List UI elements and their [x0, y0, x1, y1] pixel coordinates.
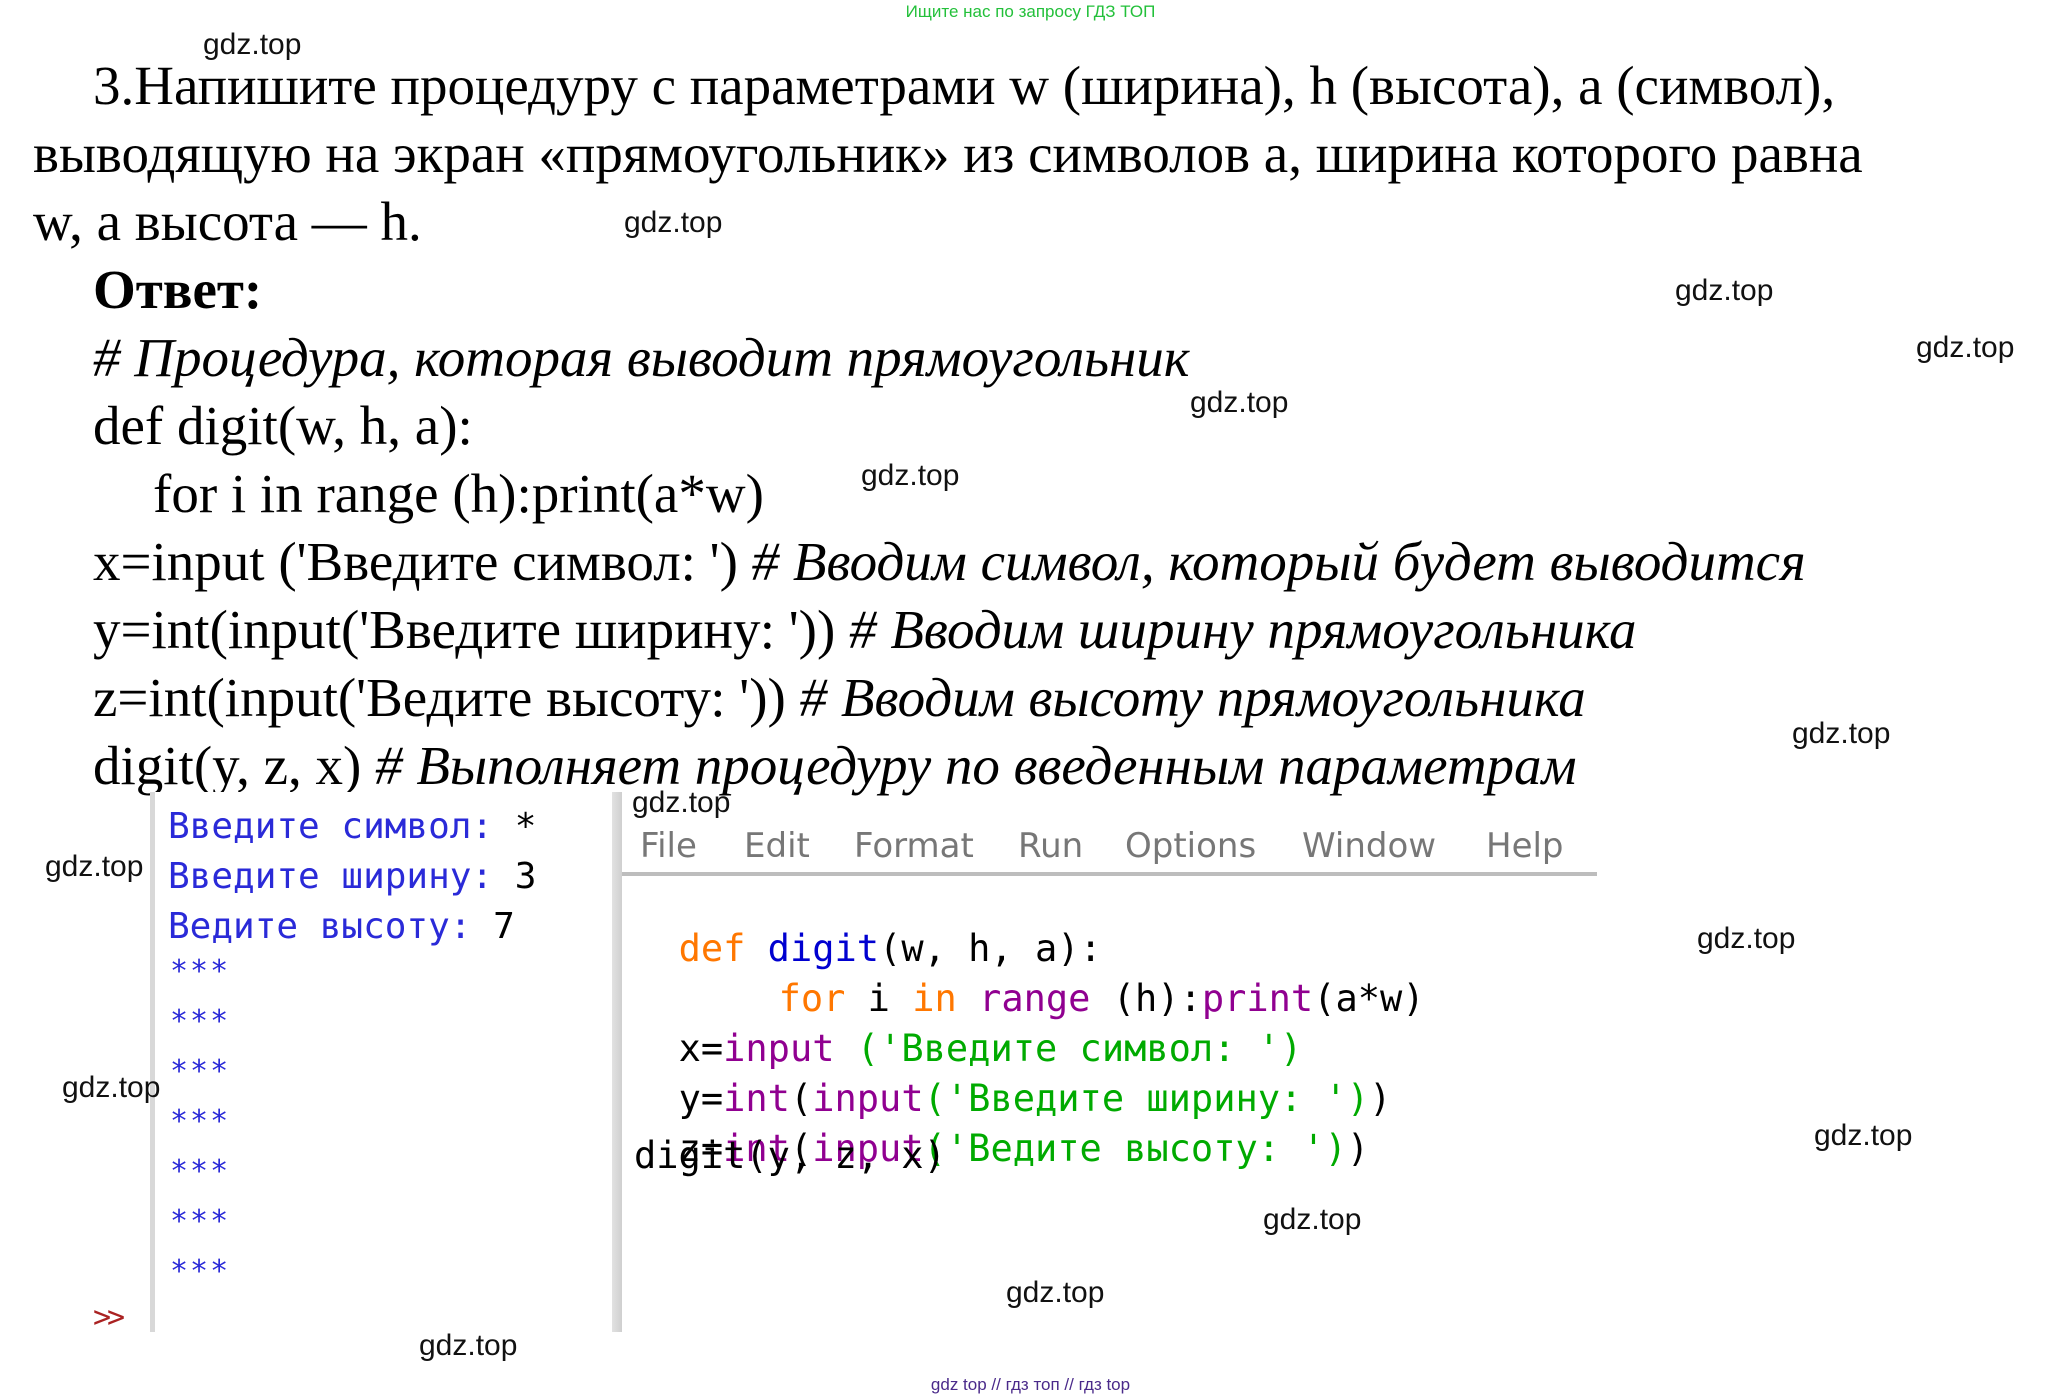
watermark: gdz.top — [62, 1071, 161, 1104]
watermark: gdz.top — [45, 850, 144, 883]
code-line-x: x=input ('Введите символ: ') # Вводим си… — [93, 528, 1806, 596]
shell-prompt[interactable]: >> — [93, 1300, 125, 1335]
task-line-2: выводящую на экран «прямоугольник» из си… — [33, 123, 1863, 184]
shell-prompt-symbol: Введите символ: — [168, 806, 515, 847]
shell-output-row: *** — [170, 1204, 231, 1239]
shell-output-row: *** — [170, 1004, 231, 1039]
code-line-call-code: digit(y, z, x) — [93, 735, 362, 796]
code-line-z: z=int(input('Ведите высоту: ')) # Вводим… — [93, 664, 1586, 732]
shell-line-symbol: Введите символ: * — [168, 806, 536, 847]
shell-output-row: *** — [170, 1154, 231, 1189]
shell-line-height: Ведите высоту: 7 — [168, 906, 515, 947]
shell-output-row: *** — [170, 954, 231, 989]
header-note: Ищите нас по запросу ГДЗ ТОП — [905, 2, 1156, 21]
shell-value-symbol: * — [514, 806, 537, 847]
watermark: gdz.top — [419, 1329, 518, 1362]
code-line-def: def digit(w, h, a): — [93, 395, 473, 456]
shell-prompt-width: Введите ширину: — [168, 856, 515, 897]
code-line-z-comment: # Вводим высоту прямоугольника — [799, 667, 1586, 728]
footer-note: gdz top // гдз топ // гдз top — [930, 1375, 1131, 1394]
code-line-y: y=int(input('Введите ширину: ')) # Вводи… — [93, 596, 1636, 664]
watermark: gdz.top — [1675, 274, 1774, 307]
shell-line-width: Введите ширину: 3 — [168, 856, 536, 897]
task-line-3: w, а высота — h. — [33, 191, 422, 252]
editor-line-6: digit(y, z, x) — [634, 1134, 946, 1177]
shell-output-row: *** — [170, 1054, 231, 1089]
watermark: gdz.top — [1697, 922, 1796, 955]
watermark: gdz.top — [1916, 331, 2015, 364]
watermark: gdz.top — [1263, 1203, 1362, 1236]
token-close2: ) — [1346, 1127, 1370, 1170]
code-line-x-code: x=input ('Введите символ: ') — [93, 531, 738, 592]
token-str3: ('Ведите высоту: ') — [923, 1127, 1347, 1170]
task-text: 3.Напишите процедуру с параметрами w (ши… — [33, 52, 2003, 256]
code-line-call-comment: # Выполняет процедуру по введенным парам… — [375, 735, 1577, 796]
menu-window[interactable]: Window — [1302, 826, 1436, 866]
shell-gutter — [150, 792, 155, 1332]
code-line-for: for i in range (h):print(a*w) — [153, 463, 764, 524]
shell-value-width: 3 — [514, 856, 537, 897]
token-aw: (a*w) — [1313, 977, 1425, 1020]
watermark: gdz.top — [203, 28, 302, 61]
menu-help[interactable]: Help — [1486, 826, 1564, 866]
watermark: gdz.top — [1792, 717, 1891, 750]
shell-output-row: *** — [170, 1104, 231, 1139]
shell-prompt-height: Ведите высоту: — [168, 906, 494, 947]
watermark: gdz.top — [624, 206, 723, 239]
menu-separator — [622, 872, 1597, 876]
task-line-1: 3.Напишите процедуру с параметрами w (ши… — [93, 55, 1836, 116]
answer-label: Ответ: — [93, 259, 263, 320]
token-close1: ) — [1369, 1077, 1392, 1120]
code-comment-line: # Процедура, которая выводит прямоугольн… — [93, 327, 1190, 388]
watermark: gdz.top — [1814, 1119, 1913, 1152]
code-line-y-comment: # Вводим ширину прямоугольника — [849, 599, 1637, 660]
shell-output-row: *** — [170, 1254, 231, 1289]
watermark: gdz.top — [1006, 1276, 1105, 1309]
code-line-x-comment: # Вводим символ, который будет выводится — [751, 531, 1806, 592]
menu-options[interactable]: Options — [1125, 826, 1256, 866]
menu-format[interactable]: Format — [854, 826, 974, 866]
shell-value-height: 7 — [493, 906, 515, 947]
menu-run[interactable]: Run — [1018, 826, 1083, 866]
code-line-z-code: z=int(input('Ведите высоту: ')) — [93, 667, 786, 728]
code-line-y-code: y=int(input('Введите ширину: ')) — [93, 599, 836, 660]
menu-edit[interactable]: Edit — [744, 826, 810, 866]
code-line-call: digit(y, z, x) # Выполняет процедуру по … — [93, 732, 1577, 800]
menu-file[interactable]: File — [640, 826, 697, 866]
watermark: gdz.top — [632, 786, 731, 819]
watermark: gdz.top — [1190, 386, 1289, 419]
watermark: gdz.top — [861, 459, 960, 492]
panel-divider — [612, 792, 622, 1332]
